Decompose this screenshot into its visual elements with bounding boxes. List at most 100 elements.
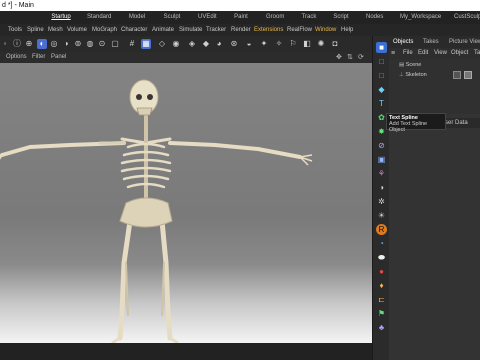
window-title-bar: d *] - Main xyxy=(0,0,480,11)
deformer-icon[interactable]: ⊘ xyxy=(376,140,387,151)
render-settings-icon[interactable]: ◒ xyxy=(244,39,254,49)
layout-tab-script[interactable]: Script xyxy=(333,11,349,24)
effector-icon[interactable]: ⚘ xyxy=(376,168,387,179)
object-name: Skeleton xyxy=(405,72,427,78)
window-title: d *] - Main xyxy=(2,2,34,9)
material-tag-icon[interactable] xyxy=(453,71,461,79)
objects-menu-file[interactable]: File xyxy=(403,48,413,59)
menu-mesh[interactable]: Mesh xyxy=(48,24,63,36)
redshift-ipr-icon[interactable]: ◧ xyxy=(302,39,312,49)
menu-simulate[interactable]: Simulate xyxy=(179,24,202,36)
list-item-scene[interactable]: ▤ Scene xyxy=(399,61,421,70)
array-icon[interactable]: ▣ xyxy=(376,154,387,165)
flag-icon[interactable]: ⚑ xyxy=(376,308,387,319)
layout-tab-sculpt[interactable]: Sculpt xyxy=(163,11,181,24)
grid-icon[interactable]: # xyxy=(127,39,137,49)
layout-tab-paint[interactable]: Paint xyxy=(233,11,249,24)
tab-picture-viewer[interactable]: Picture Viewer xyxy=(449,36,480,48)
polygons-mode-icon[interactable]: ◈ xyxy=(187,39,197,49)
list-item-skeleton[interactable]: ⊥ Skeleton xyxy=(399,71,427,80)
object-palette-sidebar: ■ □ □ ◆ T ✿ ✸ ⊘ ▣ ⚘ ◑ ✲ ☀ R ◔ ⬬ ● ♦ ⊏ ⚑ … xyxy=(372,36,389,360)
sphere-primitive-icon[interactable]: ◆ xyxy=(376,84,387,95)
material-icon[interactable]: ◔ xyxy=(376,238,387,249)
layout-tab-groom[interactable]: Groom xyxy=(266,11,284,24)
tab-takes[interactable]: Takes xyxy=(423,36,439,48)
redshift-icon[interactable]: R xyxy=(376,224,387,235)
live-selection-icon[interactable]: ◐ xyxy=(37,39,47,49)
rotate-icon[interactable]: ◎ xyxy=(49,39,59,49)
menu-character[interactable]: Character xyxy=(121,24,147,36)
axis-icon[interactable]: ⊙ xyxy=(97,39,107,49)
viewport-menu-filter[interactable]: Filter xyxy=(32,52,45,63)
menu-volume[interactable]: Volume xyxy=(67,24,87,36)
menu-animate[interactable]: Animate xyxy=(152,24,174,36)
viewport-rotate-icon[interactable]: ⟳ xyxy=(358,52,364,63)
texture-mode-icon[interactable]: ◕ xyxy=(214,39,224,49)
lock-icon[interactable]: ▢ xyxy=(110,39,120,49)
edges-mode-icon[interactable]: ◉ xyxy=(171,39,181,49)
viewport-zoom-icon[interactable]: ⇅ xyxy=(347,52,353,63)
workplane-icon[interactable]: ◍ xyxy=(85,39,95,49)
redshift-render-icon[interactable]: ⚐ xyxy=(288,39,298,49)
viewport-pan-icon[interactable]: ✥ xyxy=(336,52,342,63)
model-mode-icon[interactable]: ◆ xyxy=(201,39,211,49)
layout-tab-track[interactable]: Track xyxy=(301,11,317,24)
layout-tab-custsculpt[interactable]: CustSculpt xyxy=(454,11,480,24)
objects-menu-view[interactable]: View xyxy=(434,48,447,59)
scale-icon[interactable]: ◑ xyxy=(61,39,71,49)
square-icon[interactable]: □ xyxy=(376,56,387,67)
attr-label[interactable]: ser Data xyxy=(445,118,468,128)
menu-mograph[interactable]: MoGraph xyxy=(92,24,117,36)
python-icon[interactable]: ♣ xyxy=(376,322,387,333)
menu-realflow[interactable]: RealFlow xyxy=(287,24,312,36)
menu-tracker[interactable]: Tracker xyxy=(206,24,226,36)
tab-objects[interactable]: Objects xyxy=(393,36,413,48)
layout-tab-nodes[interactable]: Nodes xyxy=(366,11,383,24)
objects-menu-edit[interactable]: Edit xyxy=(418,48,428,59)
objects-menu-tags[interactable]: Ta xyxy=(474,48,480,59)
cube-icon[interactable]: ■ xyxy=(376,42,387,53)
layout-tab-my-workspace[interactable]: My_Workspace xyxy=(400,11,441,24)
objects-menu-object[interactable]: Object xyxy=(451,48,468,59)
light-icon[interactable]: ✲ xyxy=(376,196,387,207)
bone-icon[interactable]: ⊏ xyxy=(376,294,387,305)
viewport-menu-panel[interactable]: Panel xyxy=(51,52,66,63)
render-icon[interactable]: ⬬ xyxy=(376,252,387,263)
info-icon[interactable]: ⓘ xyxy=(12,39,22,49)
light-icon[interactable]: ✺ xyxy=(316,39,326,49)
viewport-menu-bar: Options Filter Panel ✥ ⇅ ⟳ xyxy=(0,52,372,63)
text-icon[interactable]: T xyxy=(376,98,387,109)
render-view-icon[interactable]: ⊛ xyxy=(229,39,239,49)
snap-icon[interactable]: ⊚ xyxy=(73,39,83,49)
menu-icon[interactable]: ≡ xyxy=(391,48,395,59)
grid-snap-icon[interactable]: ▦ xyxy=(141,39,151,49)
layout-tab-model[interactable]: Model xyxy=(128,11,146,24)
menu-window[interactable]: Window xyxy=(315,24,336,36)
points-mode-icon[interactable]: ◇ xyxy=(157,39,167,49)
camera-icon[interactable]: ◑ xyxy=(376,182,387,193)
move-icon[interactable]: ⊕ xyxy=(24,39,34,49)
objects-panel: Objects Takes Picture Viewer ≡ File Edit… xyxy=(389,36,480,360)
layout-tab-uvedit[interactable]: UVEdit xyxy=(198,11,217,24)
main-menu-bar: Tools Spline Mesh Volume MoGraph Charact… xyxy=(0,24,480,36)
camera-icon[interactable]: ◘ xyxy=(330,39,340,49)
picture-viewer-icon[interactable]: ✦ xyxy=(259,39,269,49)
sphere-icon[interactable]: □ xyxy=(376,70,387,81)
undo-icon[interactable]: ◦ xyxy=(0,39,10,49)
menu-render[interactable]: Render xyxy=(231,24,251,36)
layout-tab-standard[interactable]: Standard xyxy=(87,11,111,24)
layout-tabs: Startup Standard Model Sculpt UVEdit Pai… xyxy=(0,11,480,24)
menu-extensions[interactable]: Extensions xyxy=(254,24,283,36)
environment-icon[interactable]: ☀ xyxy=(376,210,387,221)
menu-help[interactable]: Help xyxy=(341,24,353,36)
texture-tag-icon[interactable] xyxy=(464,71,472,79)
tag-icon[interactable]: ♦ xyxy=(376,280,387,291)
menu-tools[interactable]: Tools xyxy=(8,24,22,36)
layout-tab-startup[interactable]: Startup xyxy=(50,11,72,24)
viewport-menu-options[interactable]: Options xyxy=(6,52,27,63)
skeleton-model xyxy=(0,79,313,343)
record-icon[interactable]: ● xyxy=(376,266,387,277)
3d-viewport[interactable] xyxy=(0,63,372,343)
render-queue-icon[interactable]: ✧ xyxy=(274,39,284,49)
menu-spline[interactable]: Spline xyxy=(27,24,44,36)
